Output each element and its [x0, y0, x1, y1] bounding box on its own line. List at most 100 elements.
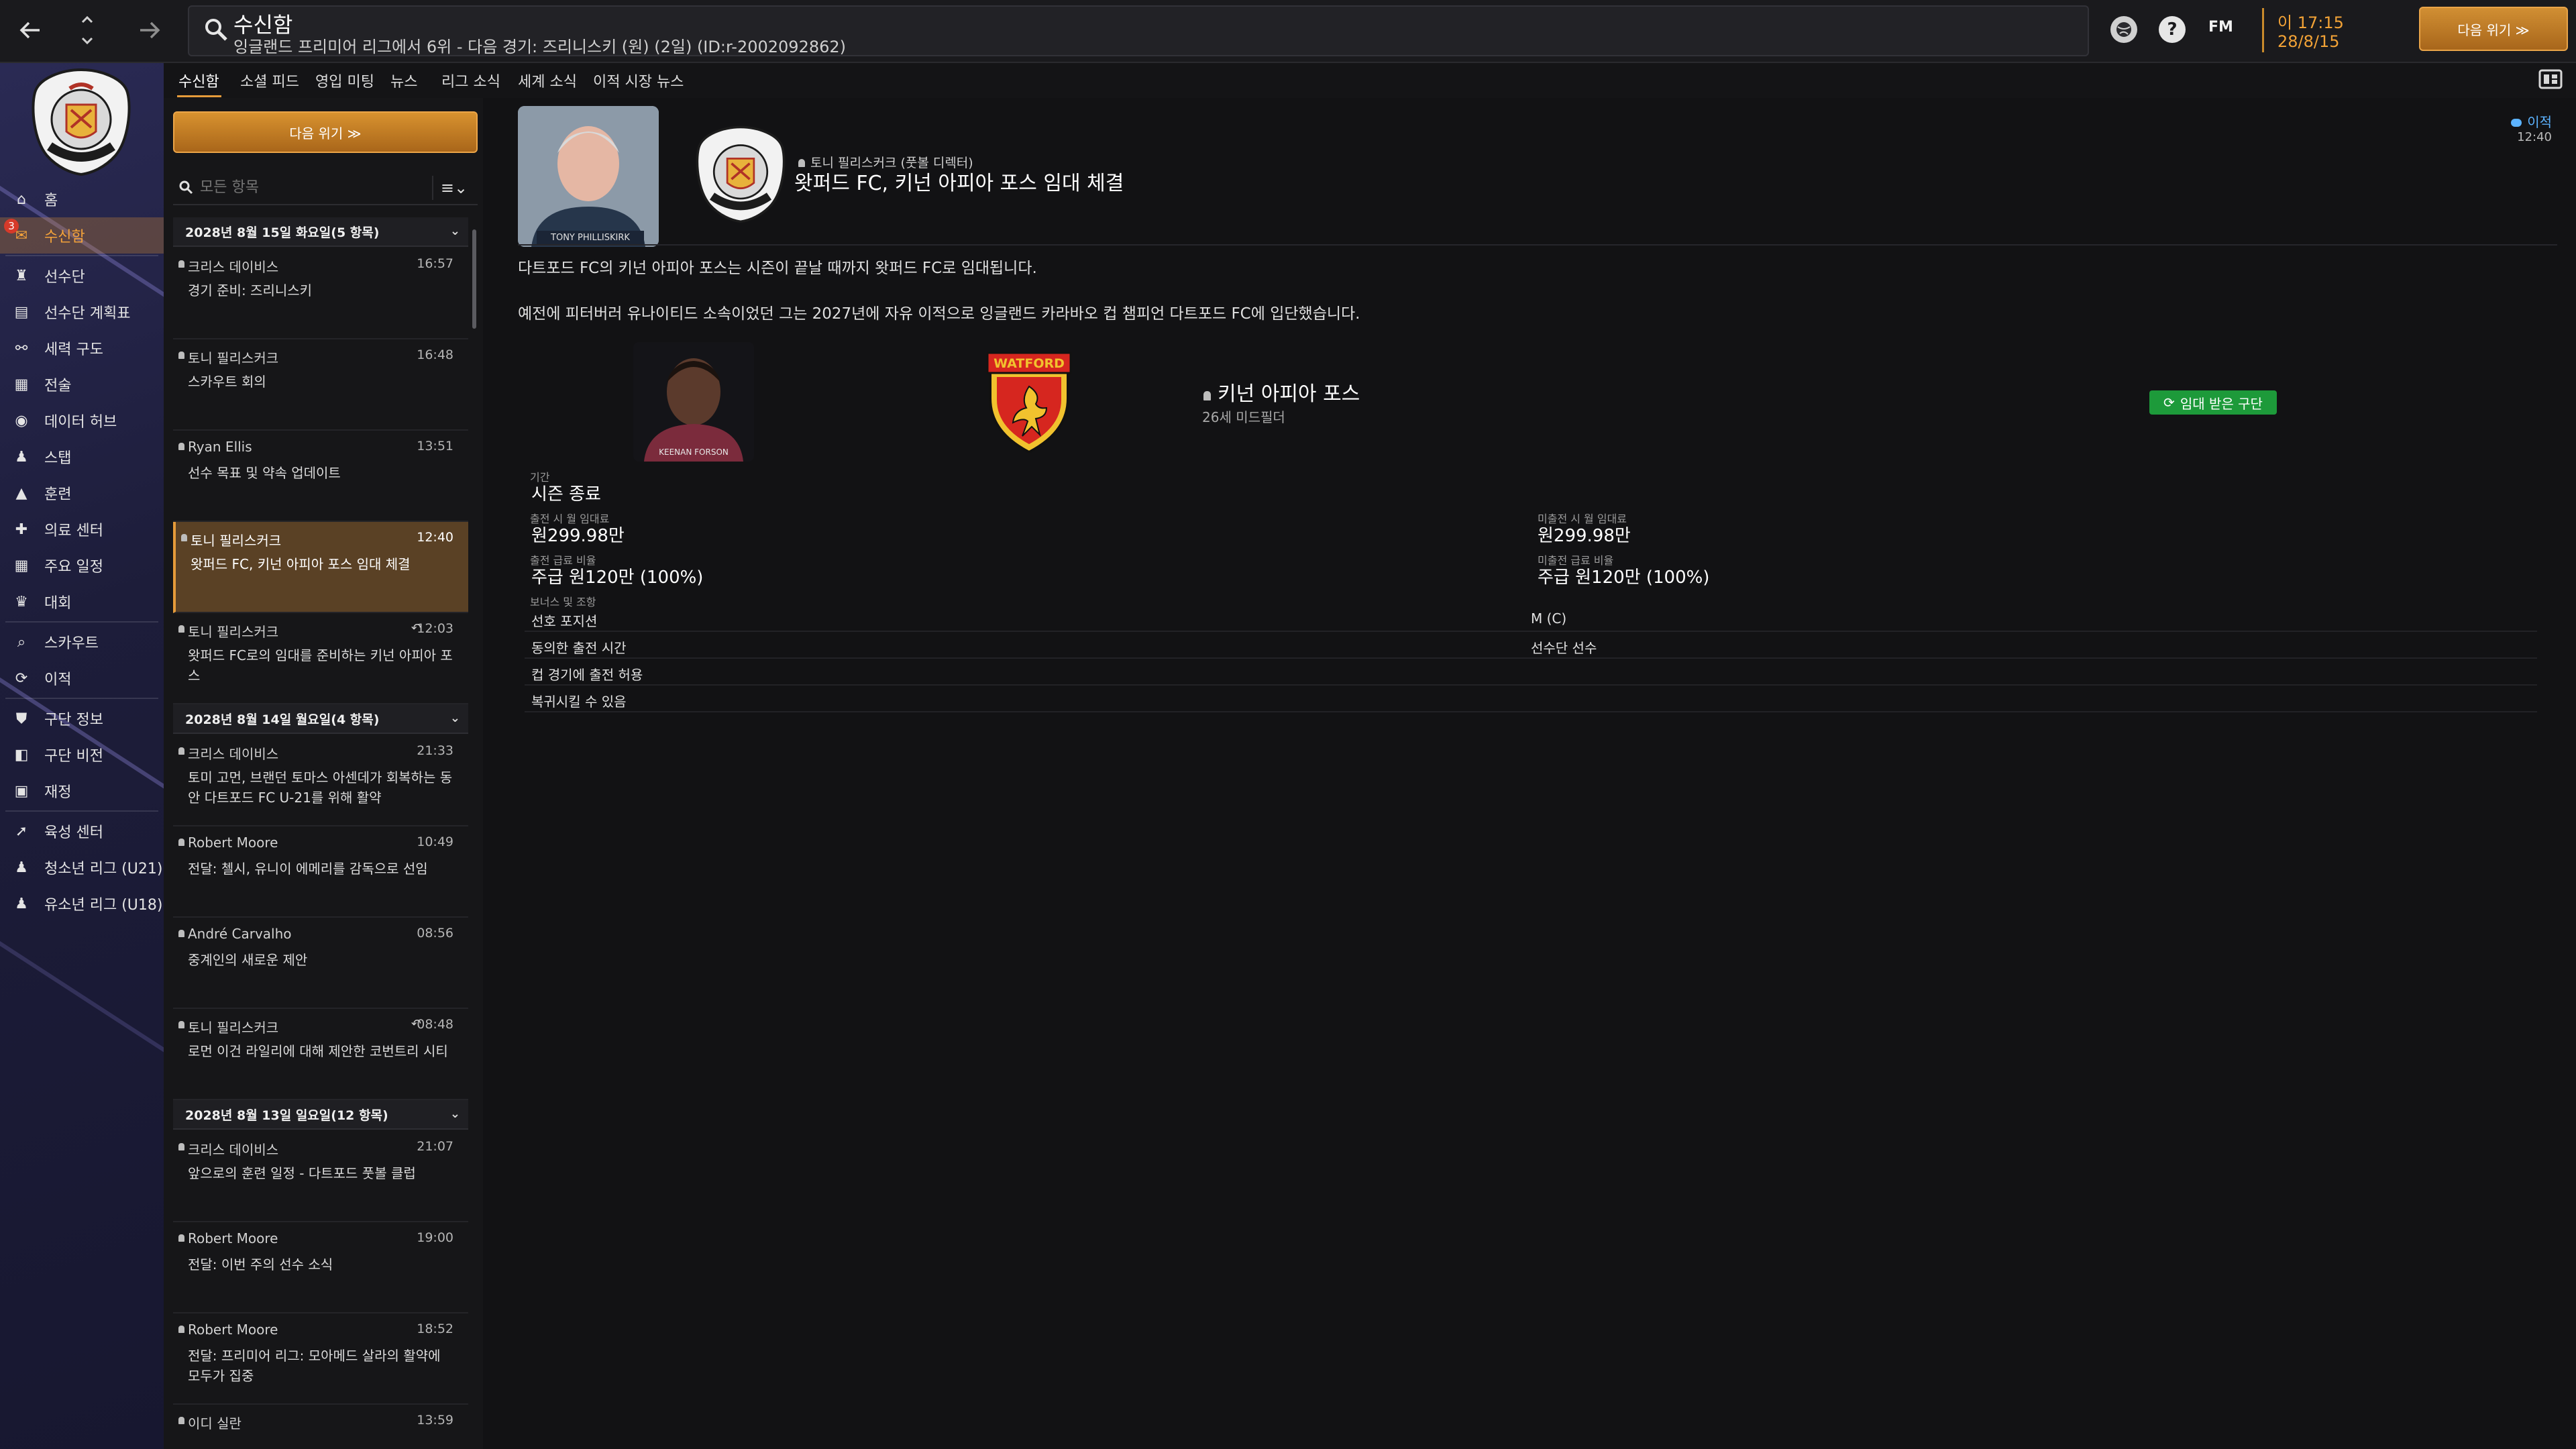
sidebar-item-label: 의료 센터 [44, 523, 103, 539]
clause-row: 선호 포지션 M (C) [525, 606, 2537, 632]
transfer-link-label: 이적 [2527, 114, 2552, 130]
sidebar-item-shirt[interactable]: ♜ 선수단 [0, 258, 164, 294]
continue-button-list[interactable]: 다음 위기 ≫ [173, 111, 478, 153]
list-scrollbar[interactable] [472, 229, 476, 329]
globe-icon[interactable] [2110, 16, 2137, 43]
message-body-paragraph: 다트포드 FC의 키넌 아피아 포스는 시즌이 끝날 때까지 왓퍼드 FC로 임… [518, 260, 1037, 277]
sidebar-item-shield[interactable]: ⛊ 구단 정보 [0, 700, 164, 737]
continue-button[interactable]: 다음 위기 ≫ [2419, 7, 2568, 51]
player-name-link[interactable]: 키넌 아피아 포스 [1203, 377, 1360, 407]
message-list-item[interactable]: 크리스 데이비스 16:57 경기 준비: 즈리니스키 [173, 248, 468, 339]
sidebar-item-inbox[interactable]: ✉ 3 수신함 [0, 217, 164, 254]
sidebar-item-transfer[interactable]: ⟳ 이적 [0, 660, 164, 696]
message-list-item[interactable]: Robert Moore 10:49 전달: 첼시, 유니이 에메리를 감독으로 선… [173, 826, 468, 918]
chevron-down-icon: ⌄ [449, 224, 460, 238]
sidebar-item-tactics[interactable]: ▦ 전술 [0, 366, 164, 402]
message-list-item[interactable]: André Carvalho 08:56 중계인의 새로운 제안 [173, 918, 468, 1009]
replied-icon: ↶ [411, 621, 421, 635]
sidebar-item-finance[interactable]: ▣ 재정 [0, 773, 164, 809]
player-name: 키넌 아피아 포스 [1218, 382, 1360, 406]
message-list-item[interactable]: 이디 실란 13:59 [173, 1405, 468, 1449]
sidebar-item-label: 선수단 [44, 269, 85, 286]
sidebar-item-label: 홈 [44, 193, 58, 209]
home-icon: ⌂ [17, 191, 26, 208]
message-subject: 토미 고먼, 브랜던 토마스 아센데가 회복하는 동안 다트포드 FC U-21… [188, 769, 453, 806]
sender-photo-caption: TONY PHILLISKIRK [550, 233, 630, 243]
search-bar[interactable]: 수신함 잉글랜드 프리미어 리그에서 6위 - 다음 경기: 즈리니스키 (원)… [188, 5, 2089, 56]
message-sender: 크리스 데이비스 [178, 743, 278, 763]
message-list-item[interactable]: 크리스 데이비스 21:07 앞으로의 훈련 일정 - 다트포드 풋볼 클럽 [173, 1131, 468, 1222]
message-list-item[interactable]: Ryan Ellis 13:51 선수 목표 및 약속 업데이트 [173, 431, 468, 522]
replied-icon: ↶ [411, 1017, 421, 1031]
filter-search-input[interactable] [200, 176, 401, 199]
chevron-down-icon: ⌄ [449, 711, 460, 725]
back-button[interactable] [0, 0, 60, 60]
top-bar: 수신함 잉글랜드 프리미어 리그에서 6위 - 다음 경기: 즈리니스키 (원)… [0, 0, 2576, 63]
fm-logo[interactable]: FM [2208, 19, 2233, 36]
layout-toggle-icon[interactable] [2538, 68, 2563, 90]
message-time: 21:33 [417, 743, 453, 758]
tab-recruitment-meetings[interactable]: 영입 미팅 [315, 70, 374, 91]
message-list-item[interactable]: 토니 필리스커크 12:40 왓퍼드 FC, 키넌 아피아 포스 임대 체결 [173, 522, 468, 613]
fee-unplayed-value: 원299.98만 [1538, 526, 1631, 546]
player-photo[interactable]: KEENAN FORSON [633, 342, 754, 462]
u18-icon: ♟ [15, 895, 28, 912]
message-list-item[interactable]: 크리스 데이비스 21:33 토미 고먼, 브랜던 토마스 아센데가 회복하는 동안… [173, 735, 468, 826]
message-list-item[interactable]: 토니 필리스커크 12:03 왓퍼드 FC로의 임대를 준비하는 키넌 아피아 포스… [173, 613, 468, 704]
sidebar-item-medical[interactable]: ✚ 의료 센터 [0, 511, 164, 547]
training-icon: ▲ [15, 484, 28, 502]
scout-icon: ⌕ [17, 633, 26, 651]
date-group-header[interactable]: 2028년 8월 14일 월요일(4 항목) ⌄ [173, 704, 468, 734]
sidebar-item-label: 이적 [44, 672, 72, 688]
watford-badge-icon[interactable]: WATFORD [982, 352, 1076, 453]
message-list-item[interactable]: Robert Moore 18:52 전달: 프리미어 리그: 모아메드 살라의 활… [173, 1313, 468, 1405]
sidebar-item-staff[interactable]: ♟ 스탭 [0, 439, 164, 475]
sidebar-item-data-hub[interactable]: ◉ 데이터 허브 [0, 402, 164, 439]
game-date[interactable]: 이 17:15 28/8/15 [2262, 8, 2396, 52]
tab-social-feed[interactable]: 소셜 피드 [240, 70, 299, 91]
sidebar-item-trophy[interactable]: ♛ 대회 [0, 584, 164, 620]
sidebar-item-calendar[interactable]: ▦ 주요 일정 [0, 547, 164, 584]
message-sender: 이디 실란 [178, 1413, 241, 1432]
message-subject: 로먼 이건 라일리에 대해 제안한 코번트리 시티 [188, 1043, 448, 1059]
tab-transfer-news[interactable]: 이적 시장 뉴스 [593, 70, 684, 91]
sidebar-item-scout[interactable]: ⌕ 스카우트 [0, 624, 164, 660]
sidebar-item-label: 전술 [44, 378, 72, 394]
tab-news[interactable]: 뉴스 [390, 70, 417, 91]
message-time: 18:52 [417, 1322, 453, 1336]
sidebar-item-label: 스카우트 [44, 635, 99, 652]
sidebar-item-hierarchy[interactable]: ⚯ 세력 구도 [0, 330, 164, 366]
forward-button[interactable] [119, 0, 180, 60]
sidebar-item-u21[interactable]: ♟ 청소년 리그 (U21) [0, 849, 164, 885]
date-group-header[interactable]: 2028년 8월 13일 일요일(12 항목) ⌄ [173, 1100, 468, 1130]
message-subject: 왓퍼드 FC, 키넌 아피아 포스 임대 체결 [191, 556, 411, 572]
message-subject: 전달: 프리미어 리그: 모아메드 살라의 활약에 모두가 집중 [188, 1348, 441, 1384]
medical-icon: ✚ [15, 521, 28, 538]
message-body-paragraph: 예전에 피터버러 유나이티드 소속이었던 그는 2027년에 자유 이적으로 잉… [518, 305, 1360, 323]
date-group-header[interactable]: 2028년 8월 15일 화요일(5 항목) ⌄ [173, 217, 468, 247]
header-divider [518, 244, 2557, 246]
message-sender: 토니 필리스커크 [178, 347, 278, 367]
message-list-item[interactable]: 토니 필리스커크 16:48 스카우트 회의 [173, 339, 468, 431]
sidebar-item-training[interactable]: ▲ 훈련 [0, 475, 164, 511]
loan-cycle-icon: ⟳ [2163, 394, 2175, 411]
sidebar-item-vision[interactable]: ◧ 구단 비전 [0, 737, 164, 773]
active-tab-indicator [177, 95, 221, 97]
wage-unplayed-value: 주급 원120만 (100%) [1538, 568, 1710, 588]
tab-inbox[interactable]: 수신함 [178, 70, 219, 91]
help-icon[interactable]: ? [2159, 16, 2186, 43]
sidebar-item-u18[interactable]: ♟ 유소년 리그 (U18) [0, 885, 164, 922]
sidebar-item-development[interactable]: ➚ 육성 센터 [0, 813, 164, 849]
club-crest-logo[interactable] [30, 66, 133, 177]
sort-dropdown[interactable]: ≡⌄ [432, 176, 475, 200]
transfer-link[interactable]: 이적 [2511, 111, 2552, 131]
chevron-down-icon: ⌄ [449, 1107, 460, 1121]
tab-league-news[interactable]: 리그 소식 [441, 70, 500, 91]
sidebar-item-home[interactable]: ⌂ 홈 [0, 181, 164, 217]
message-list-item[interactable]: 토니 필리스커크 08:48 로먼 이건 라일리에 대해 제안한 코번트리 시티 ↶ [173, 1009, 468, 1100]
tab-world-news[interactable]: 세계 소식 [518, 70, 577, 91]
history-dropdown[interactable] [60, 0, 114, 60]
sidebar-item-clipboard[interactable]: ▤ 선수단 계획표 [0, 294, 164, 330]
message-sender: 토니 필리스커크 [178, 621, 278, 641]
message-list-item[interactable]: Robert Moore 19:00 전달: 이번 주의 선수 소식 [173, 1222, 468, 1313]
